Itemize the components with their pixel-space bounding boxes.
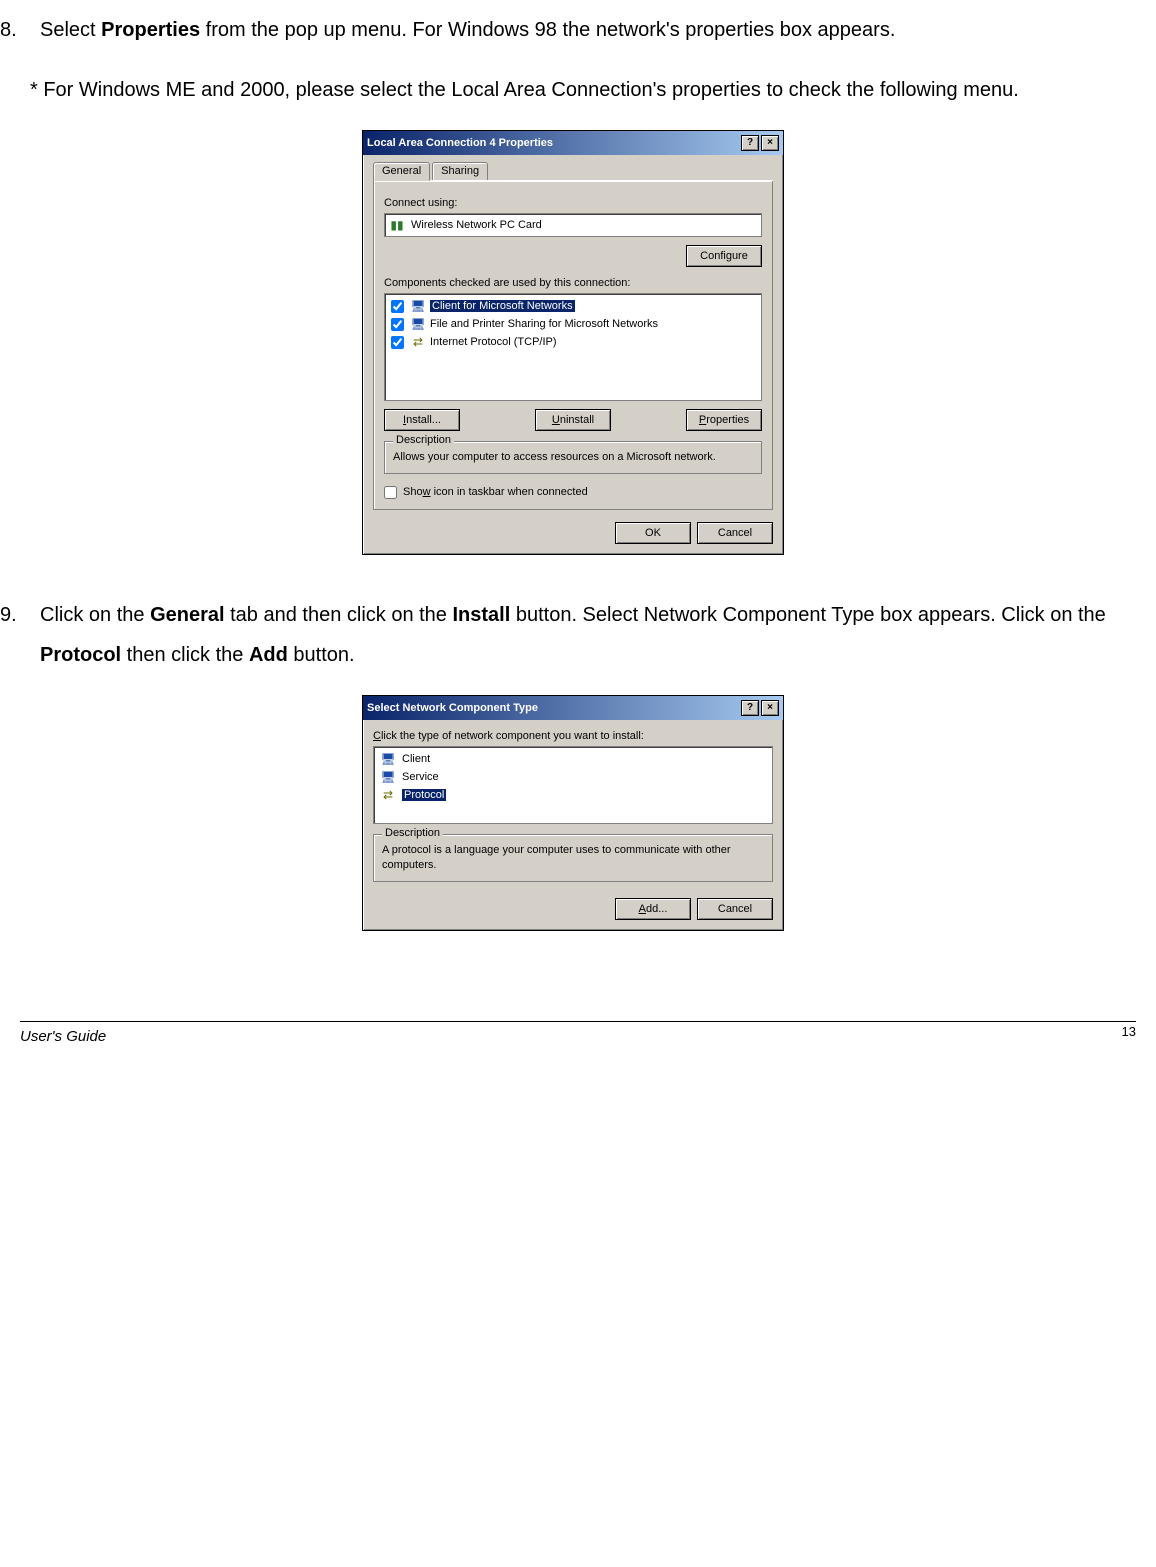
description-text: Allows your computer to access resources… (393, 450, 753, 465)
components-list[interactable]: 🖥 Client for Microsoft Networks 🖥 File a… (384, 293, 762, 401)
dialog-select-component-type: Select Network Component Type ? × Click … (362, 695, 784, 931)
footer-left: User's Guide (20, 1028, 106, 1045)
description-group: Description Allows your computer to acce… (384, 441, 762, 474)
component-label: File and Printer Sharing for Microsoft N… (430, 318, 658, 330)
add-button[interactable]: Add... (615, 898, 691, 920)
page-footer: User's Guide 13 (20, 1021, 1136, 1057)
instruction-note: * For Windows ME and 2000, please select… (0, 70, 1146, 110)
dialog-title: Select Network Component Type (367, 702, 538, 714)
close-icon[interactable]: × (761, 700, 779, 716)
close-icon[interactable]: × (761, 135, 779, 151)
client-icon: 🖥 (380, 751, 396, 767)
component-checkbox[interactable] (391, 318, 404, 331)
uninstall-button[interactable]: Uninstall (535, 409, 611, 431)
description-text: A protocol is a language your computer u… (382, 843, 764, 873)
description-group: Description A protocol is a language you… (373, 834, 773, 882)
description-legend: Description (393, 434, 454, 446)
list-item[interactable]: ⇄ Protocol (378, 786, 768, 804)
dialog-connection-properties: Local Area Connection 4 Properties ? × G… (362, 130, 784, 555)
component-checkbox[interactable] (391, 300, 404, 313)
cancel-button[interactable]: Cancel (697, 898, 773, 920)
type-label: Service (402, 771, 439, 783)
type-label: Client (402, 753, 430, 765)
components-label: Components checked are used by this conn… (384, 277, 762, 289)
step-number: 8. (0, 10, 40, 50)
prompt-label: Click the type of network component you … (373, 730, 773, 742)
service-icon: 🖥 (380, 769, 396, 785)
service-icon: 🖥 (410, 316, 426, 332)
instruction-step-8: 8.Select Properties from the pop up menu… (0, 10, 1146, 50)
list-item[interactable]: 🖥 Client for Microsoft Networks (389, 297, 757, 315)
protocol-icon: ⇄ (380, 787, 396, 803)
tab-sharing[interactable]: Sharing (432, 162, 488, 180)
network-card-icon: ▮▮ (389, 217, 405, 233)
show-icon-checkbox[interactable] (384, 486, 397, 499)
help-icon[interactable]: ? (741, 700, 759, 716)
description-legend: Description (382, 827, 443, 839)
install-button[interactable]: Install... (384, 409, 460, 431)
titlebar[interactable]: Local Area Connection 4 Properties ? × (363, 131, 783, 155)
component-label: Internet Protocol (TCP/IP) (430, 336, 557, 348)
instruction-step-9: 9.Click on the General tab and then clic… (0, 595, 1146, 675)
list-item[interactable]: ⇄ Internet Protocol (TCP/IP) (389, 333, 757, 351)
list-item[interactable]: 🖥 Client (378, 750, 768, 768)
ok-button[interactable]: OK (615, 522, 691, 544)
component-checkbox[interactable] (391, 336, 404, 349)
properties-button[interactable]: Properties (686, 409, 762, 431)
step-number: 9. (0, 595, 40, 635)
tab-general[interactable]: General (373, 162, 430, 181)
protocol-icon: ⇄ (410, 334, 426, 350)
component-label: Client for Microsoft Networks (430, 300, 575, 312)
page-number: 13 (1122, 1024, 1136, 1041)
list-item[interactable]: 🖥 File and Printer Sharing for Microsoft… (389, 315, 757, 333)
client-icon: 🖥 (410, 298, 426, 314)
type-label: Protocol (402, 789, 446, 801)
adapter-name: Wireless Network PC Card (411, 219, 542, 231)
tab-strip: General Sharing (373, 162, 773, 181)
cancel-button[interactable]: Cancel (697, 522, 773, 544)
dialog-title: Local Area Connection 4 Properties (367, 137, 553, 149)
help-icon[interactable]: ? (741, 135, 759, 151)
show-icon-checkbox-row[interactable]: Show icon in taskbar when connected (384, 486, 762, 499)
connect-using-label: Connect using: (384, 197, 762, 209)
adapter-field: ▮▮ Wireless Network PC Card (384, 213, 762, 237)
titlebar[interactable]: Select Network Component Type ? × (363, 696, 783, 720)
component-type-list[interactable]: 🖥 Client 🖥 Service ⇄ Protocol (373, 746, 773, 824)
list-item[interactable]: 🖥 Service (378, 768, 768, 786)
configure-button[interactable]: Configure (686, 245, 762, 267)
